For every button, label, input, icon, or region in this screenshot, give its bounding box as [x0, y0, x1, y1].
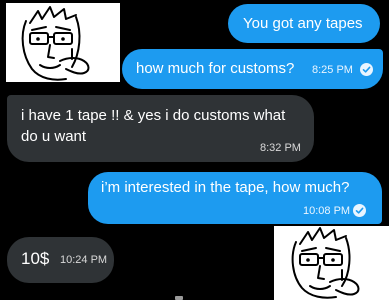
cut-off-content: [175, 296, 183, 300]
smug-meme-face-sticker[interactable]: [6, 3, 120, 82]
message-text: i’m interested in the tape, how much?: [101, 179, 350, 196]
sent-message-bubble[interactable]: You got any tapes: [228, 4, 380, 43]
sent-message-bubble[interactable]: i’m interested in the tape, how much? 10…: [88, 172, 382, 224]
read-check-icon: [353, 204, 366, 217]
smug-meme-face-sticker[interactable]: [274, 226, 389, 300]
message-timestamp: 10:24 PM: [60, 254, 108, 266]
message-timestamp: 8:25 PM: [312, 64, 353, 76]
received-message-bubble[interactable]: 10$ 10:24 PM: [7, 237, 114, 283]
message-text: how much for customs?: [136, 60, 295, 77]
message-timestamp: 8:32 PM: [260, 142, 301, 154]
meme-face-icon: [291, 227, 360, 299]
read-check-icon: [360, 63, 373, 76]
received-message-bubble[interactable]: i have 1 tape !! & yes i do customs what…: [7, 95, 314, 162]
message-text: 10$: [21, 249, 50, 268]
sent-message-bubble[interactable]: how much for customs? 8:25 PM: [122, 49, 383, 89]
message-text: You got any tapes: [243, 15, 363, 32]
message-timestamp: 10:08 PM: [303, 205, 351, 217]
meme-face-icon: [21, 6, 90, 81]
